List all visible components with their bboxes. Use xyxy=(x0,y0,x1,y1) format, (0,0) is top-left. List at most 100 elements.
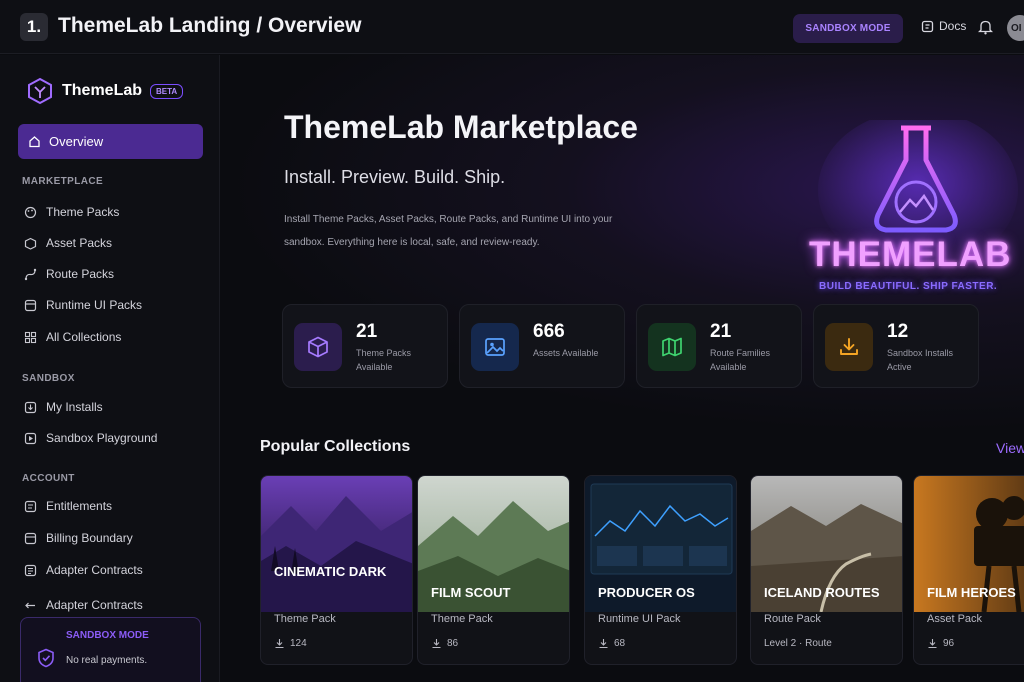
collection-meta-value: 124 xyxy=(290,638,307,649)
section-label-account: ACCOUNT xyxy=(22,473,75,484)
hero-description: Install Theme Packs, Asset Packs, Route … xyxy=(284,214,613,248)
docs-icon xyxy=(921,20,934,32)
sidebar-item-label: Asset Packs xyxy=(46,236,113,250)
stat-label: Route Families Available xyxy=(710,348,771,372)
cube-icon xyxy=(24,237,37,250)
layout-icon xyxy=(24,299,37,311)
stat-card-route-families[interactable]: 21 Route Families Available xyxy=(636,304,802,388)
sidebar-item-my-installs[interactable]: My Installs xyxy=(24,400,103,414)
play-icon xyxy=(24,432,37,444)
collection-meta-value: 96 xyxy=(943,638,955,649)
palette-icon xyxy=(24,206,37,218)
collection-card-producer-os[interactable]: Producer OS Runtime UI Pack 68 xyxy=(584,475,737,665)
collection-type: Route Pack xyxy=(764,613,821,625)
popular-collections-title: Popular Collections xyxy=(260,438,411,455)
top-bar: 1. ThemeLab Landing / Overview SANDBOX M… xyxy=(0,0,1024,54)
image-icon xyxy=(485,338,505,356)
sidebar-item-all-collections[interactable]: All Collections xyxy=(24,330,121,344)
document-icon xyxy=(24,564,37,576)
docs-link[interactable]: Docs xyxy=(921,19,966,33)
stat-value: 21 xyxy=(710,321,732,342)
section-label-marketplace: MARKETPLACE xyxy=(22,176,104,187)
cube-icon xyxy=(308,336,328,358)
sidebar-item-label: Adapter Contracts xyxy=(46,598,143,612)
stat-card-assets[interactable]: 666 Assets Available xyxy=(459,304,625,388)
themelab-logo-icon xyxy=(28,77,52,105)
step-badge: 1. xyxy=(20,13,48,41)
collection-name: Film Heroes xyxy=(927,585,1016,600)
brand-art-name: THEMELAB xyxy=(809,235,1012,274)
home-icon xyxy=(29,136,40,148)
stat-card-sandbox-installs[interactable]: 12 Sandbox Installs Active xyxy=(813,304,979,388)
stat-icon-box xyxy=(294,323,342,371)
sidebar-item-adapter-contracts[interactable]: Adapter Contracts xyxy=(24,563,143,577)
main-content: ThemeLab Marketplace Install. Preview. B… xyxy=(221,55,1024,682)
sidebar-item-label: All Collections xyxy=(46,330,122,344)
route-icon xyxy=(24,268,37,280)
stat-card-theme-packs[interactable]: 21 Theme Packs Available xyxy=(282,304,448,388)
sidebar-item-label: Billing Boundary xyxy=(46,531,133,545)
sidebar-item-asset-packs[interactable]: Asset Packs xyxy=(24,236,112,250)
shield-icon xyxy=(38,648,54,668)
bell-icon[interactable] xyxy=(978,19,993,35)
brand[interactable]: ThemeLab BETA xyxy=(26,77,184,105)
stat-label: Assets Available xyxy=(533,348,599,358)
stat-value: 12 xyxy=(887,321,909,342)
collection-card-film-scout[interactable]: Film Scout Theme Pack 86 xyxy=(417,475,570,665)
grid-icon xyxy=(24,331,37,343)
sidebar-item-sandbox-playground[interactable]: Sandbox Playground xyxy=(24,431,157,445)
sidebar-item-label: Route Packs xyxy=(46,267,115,281)
collection-type: Theme Pack xyxy=(431,613,493,625)
sandbox-card-text: No real payments. xyxy=(66,655,148,666)
stat-value: 21 xyxy=(356,321,378,342)
stat-icon-box xyxy=(825,323,873,371)
download-icon xyxy=(928,639,937,649)
sandbox-mode-button[interactable]: SANDBOX MODE xyxy=(793,14,903,43)
sidebar-item-adapter-contracts-2[interactable]: Adapter Contracts xyxy=(24,598,143,612)
collection-name: Film Scout xyxy=(431,585,511,600)
section-label-sandbox: SANDBOX xyxy=(22,373,75,384)
collection-meta-value: Level 2 · Route xyxy=(764,638,832,649)
download-icon xyxy=(24,401,37,413)
sidebar-item-label: Adapter Contracts xyxy=(46,563,143,577)
sandbox-mode-card: SANDBOX MODE No real payments. xyxy=(20,617,201,682)
sidebar: ThemeLab BETA Overview MARKETPLACE Theme… xyxy=(0,55,220,682)
sidebar-item-entitlements[interactable]: Entitlements xyxy=(24,499,112,513)
collection-type: Asset Pack xyxy=(927,613,983,625)
collection-card-iceland-routes[interactable]: Iceland Routes Route Pack Level 2 · Rout… xyxy=(750,475,903,665)
sidebar-item-theme-packs[interactable]: Theme Packs xyxy=(24,205,119,219)
collection-meta-value: 68 xyxy=(614,638,626,649)
stat-label: Theme Packs Available xyxy=(356,348,412,372)
sidebar-item-label: Entitlements xyxy=(46,499,113,513)
map-icon xyxy=(662,337,682,357)
sidebar-item-runtime-ui-packs[interactable]: Runtime UI Packs xyxy=(24,298,142,312)
stat-icon-box xyxy=(471,323,519,371)
download-icon xyxy=(840,338,858,355)
download-icon xyxy=(432,639,441,649)
view-all-link[interactable]: View all xyxy=(996,440,1024,456)
collection-name: Iceland Routes xyxy=(764,585,880,600)
sidebar-item-label: Sandbox Playground xyxy=(46,431,158,445)
download-icon xyxy=(599,639,608,649)
collection-card-film-heroes[interactable]: Film Heroes Asset Pack 96 xyxy=(913,475,1024,665)
collection-thumbnail xyxy=(261,476,412,612)
collection-meta: 86 xyxy=(431,638,458,649)
collection-meta: 96 xyxy=(927,638,954,649)
collection-type: Runtime UI Pack xyxy=(598,613,681,625)
sidebar-item-route-packs[interactable]: Route Packs xyxy=(24,267,114,281)
card-icon xyxy=(24,532,37,544)
key-icon xyxy=(24,500,37,512)
sidebar-item-overview[interactable]: Overview xyxy=(18,124,203,159)
collection-type: Theme Pack xyxy=(274,613,336,625)
docs-label: Docs xyxy=(939,19,967,33)
sidebar-item-billing-boundary[interactable]: Billing Boundary xyxy=(24,531,133,545)
collection-card-cinematic-dark[interactable]: Cinematic Dark Theme Pack 124 xyxy=(260,475,413,665)
stat-label: Sandbox Installs Active xyxy=(887,348,954,372)
avatar[interactable]: OI xyxy=(1007,15,1024,41)
hero-title: ThemeLab Marketplace xyxy=(284,109,638,145)
page-title: ThemeLab Landing / Overview xyxy=(58,14,362,37)
brand-name: ThemeLab xyxy=(62,82,143,99)
download-icon xyxy=(275,639,284,649)
collection-name: Cinematic Dark xyxy=(274,564,387,579)
collection-meta: 68 xyxy=(598,638,625,649)
